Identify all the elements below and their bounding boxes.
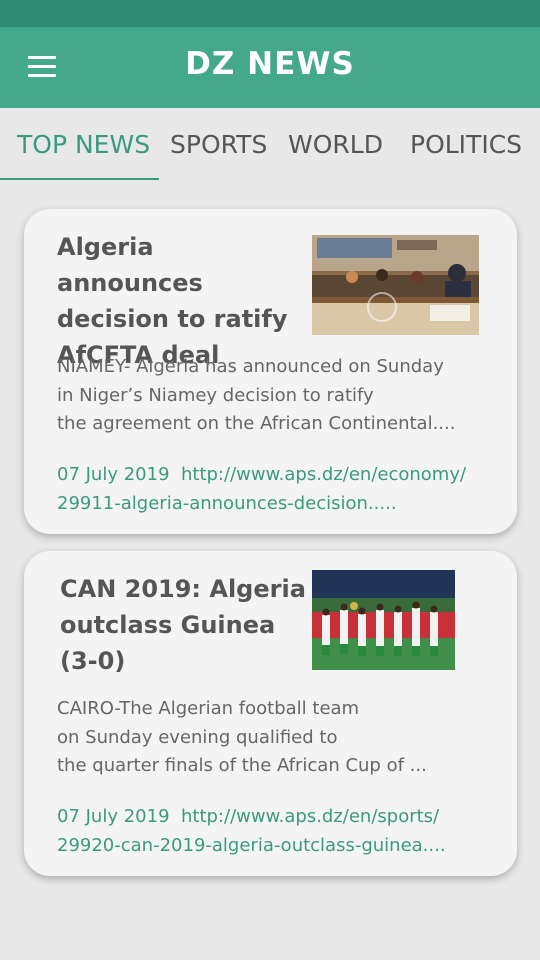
tab-politics[interactable]: POLITICS	[410, 130, 522, 159]
article-title[interactable]: Algeria announces decision to ratify AfC…	[57, 229, 307, 373]
football-team-photo-icon	[312, 570, 455, 670]
news-card[interactable]: Algeria announces decision to ratify AfC…	[24, 209, 517, 534]
article-summary: CAIRO-The Algerian football team on Sund…	[57, 698, 427, 776]
article-date: 07 July 2019	[57, 464, 170, 485]
article-date: 07 July 2019	[57, 806, 170, 827]
article-meta: 07 July 2019 http://www.aps.dz/en/econom…	[57, 461, 497, 518]
tab-sports[interactable]: SPORTS	[170, 130, 267, 159]
active-tab-indicator	[0, 178, 159, 180]
article-link-continued[interactable]: 29911-algeria-announces-decision.....	[57, 490, 497, 519]
article-link-continued[interactable]: 29920-can-2019-algeria-outclass-guinea..…	[57, 832, 497, 861]
conference-photo-icon	[312, 235, 479, 335]
article-thumbnail[interactable]	[312, 235, 479, 335]
status-bar	[0, 0, 540, 27]
article-link[interactable]: http://www.aps.dz/en/economy/	[181, 464, 466, 485]
article-summary: NIAMEY- Algeria has announced on Sunday …	[57, 356, 456, 434]
app-bar: DZ NEWS	[0, 27, 540, 108]
article-title[interactable]: CAN 2019: Algeria outclass Guinea (3-0)	[60, 571, 310, 679]
category-tabs: TOP NEWS SPORTS WORLD POLITICS	[0, 108, 540, 181]
news-card[interactable]: CAN 2019: Algeria outclass Guinea (3-0)	[24, 551, 517, 876]
article-meta: 07 July 2019 http://www.aps.dz/en/sports…	[57, 803, 497, 860]
app-title: DZ NEWS	[185, 46, 355, 82]
tab-top-news[interactable]: TOP NEWS	[17, 130, 150, 159]
tab-world[interactable]: WORLD	[288, 130, 383, 159]
article-thumbnail[interactable]	[312, 570, 455, 670]
article-link[interactable]: http://www.aps.dz/en/sports/	[181, 806, 439, 827]
